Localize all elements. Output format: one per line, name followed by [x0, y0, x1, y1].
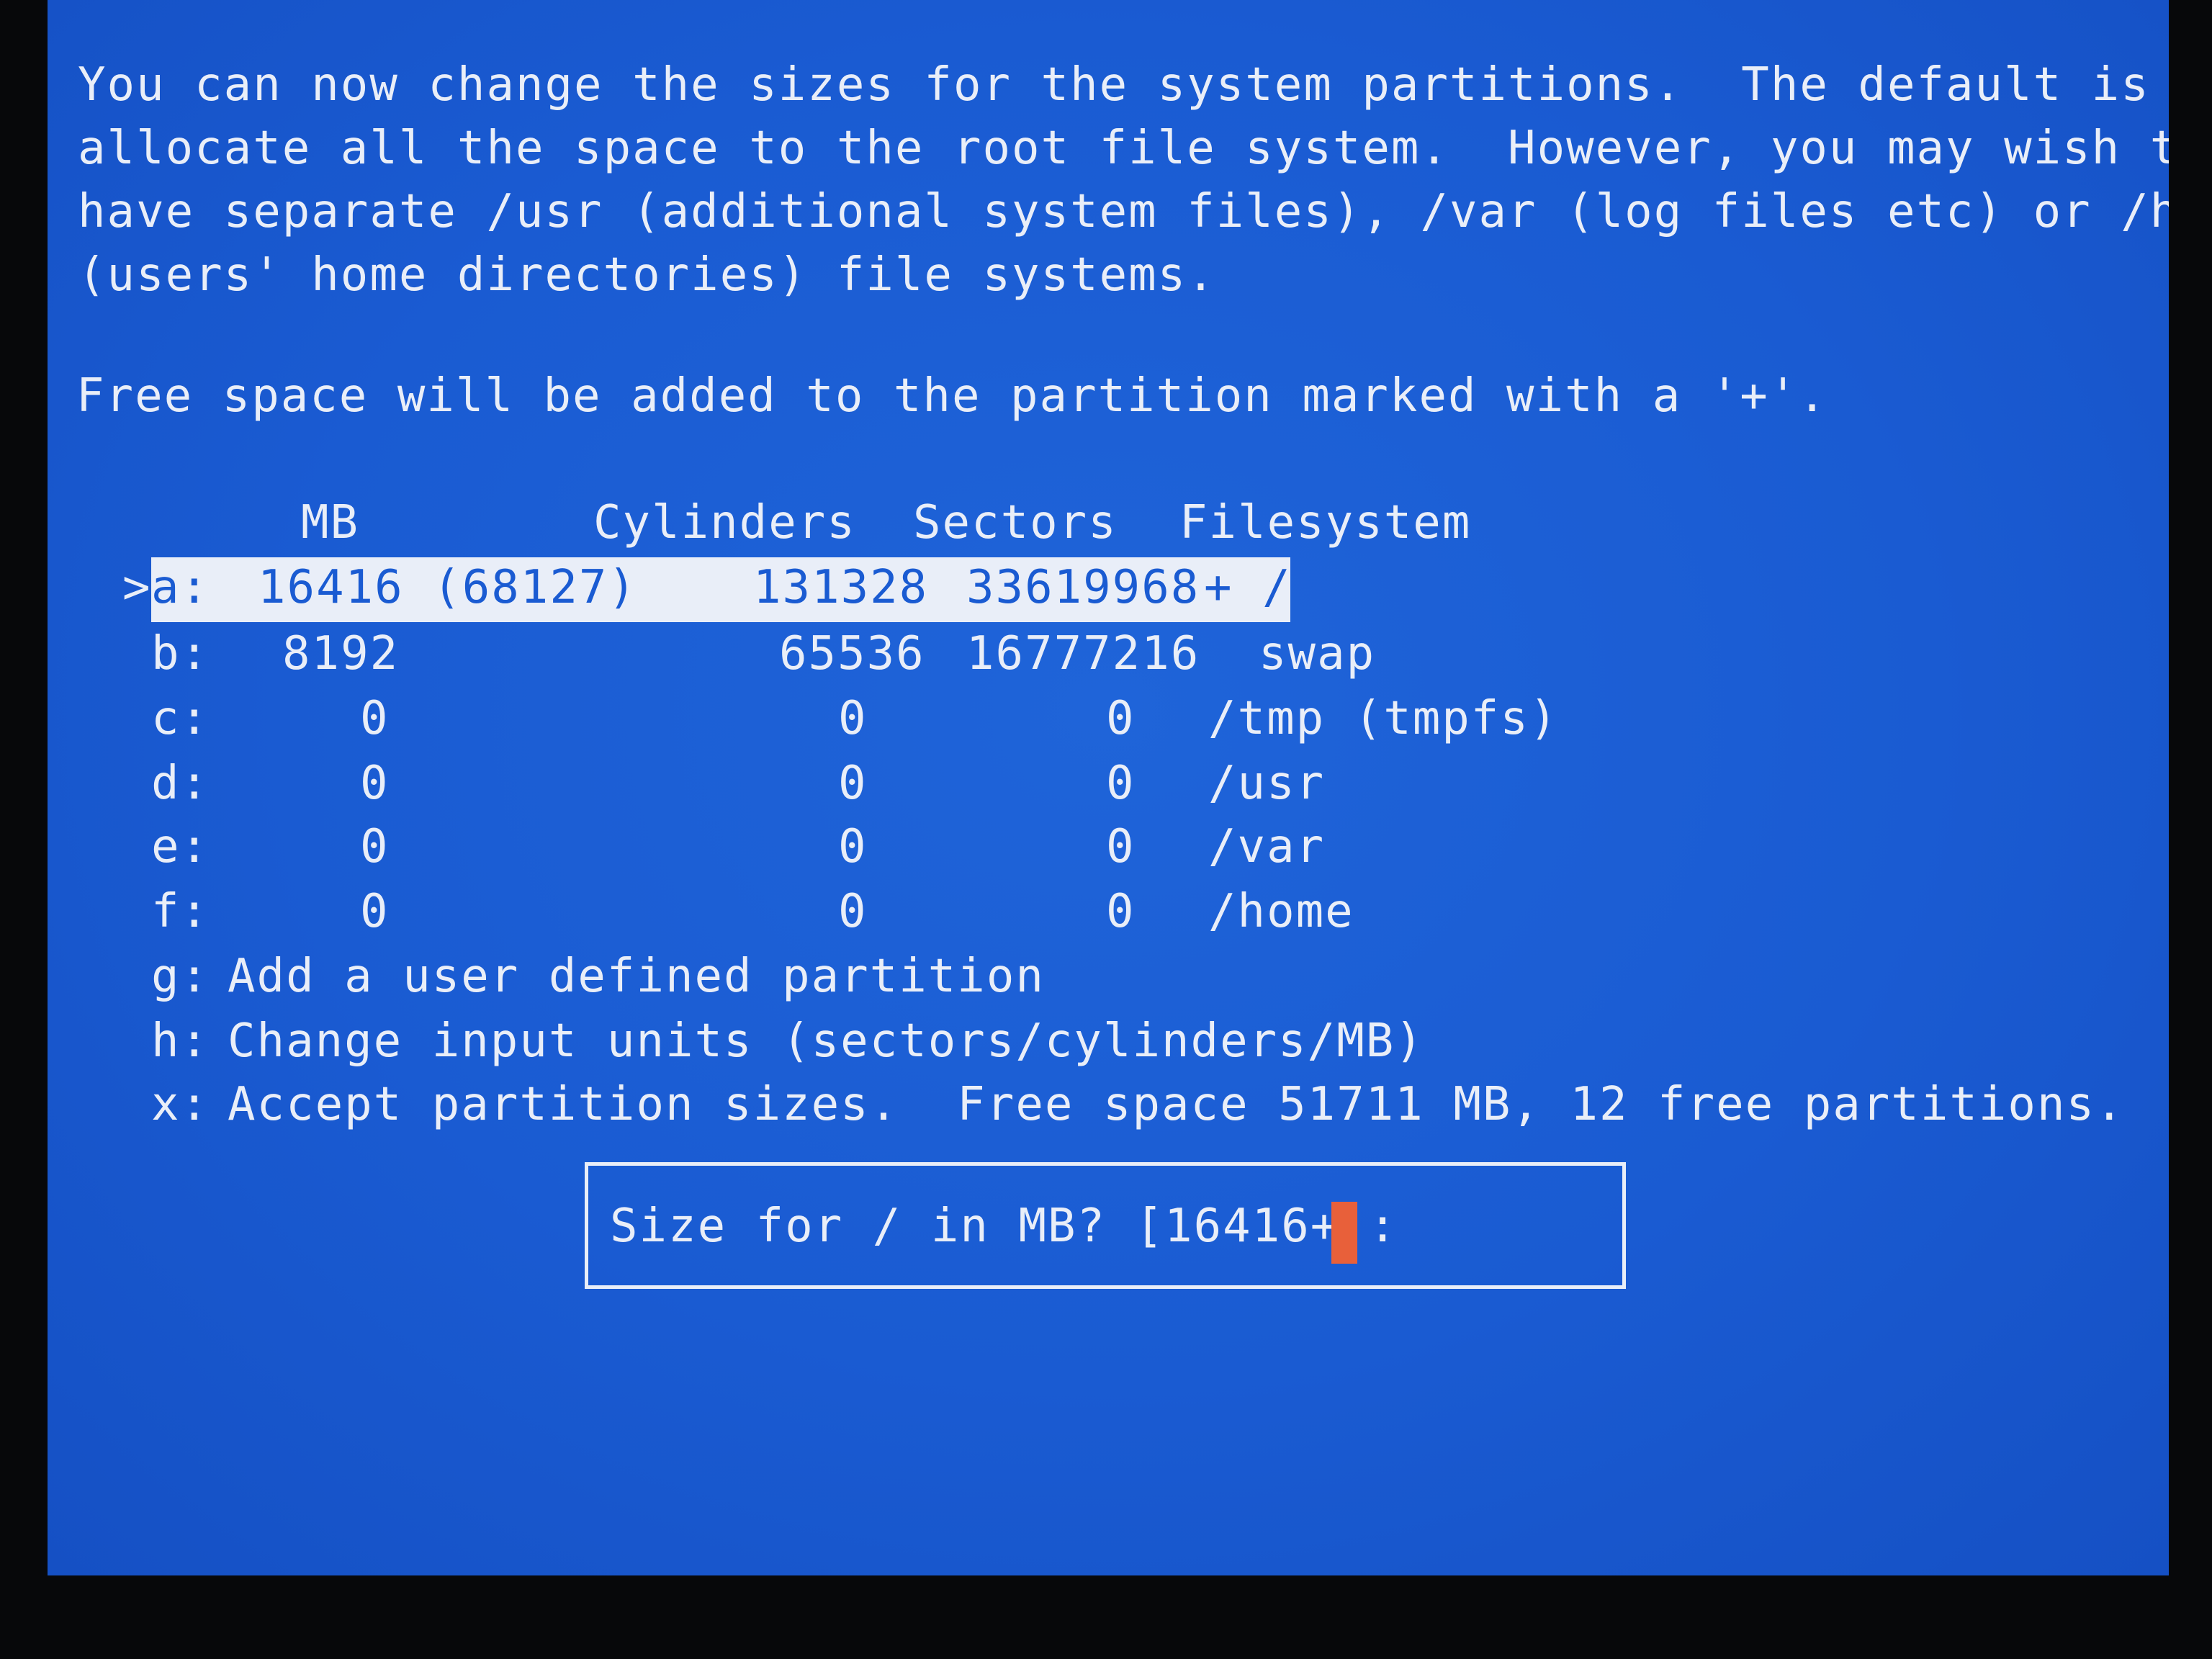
text-cursor[interactable]	[1331, 1202, 1357, 1264]
menu-label: Accept partition sizes. Free space 51711…	[228, 1078, 2125, 1131]
row-key: e:	[151, 820, 210, 873]
header-cylinders: Cylinders	[593, 496, 856, 549]
menu-key: g:	[151, 950, 210, 1003]
size-prompt-label: Size for / in MB? [16416+]:	[610, 1200, 1398, 1253]
menu-label: Add a user defined partition	[228, 950, 1045, 1003]
menu-key: x:	[151, 1078, 210, 1131]
partition-row-a[interactable]: a: 16416 (68127) 131328 33619968 + /	[151, 557, 1290, 622]
row-sectors: 0	[1106, 820, 1136, 873]
intro-line: (users' home directories) file systems.	[78, 248, 1216, 302]
row-filesystem: swap	[1259, 627, 1376, 680]
row-filesystem: /var	[1208, 820, 1326, 873]
row-sectors: 0	[1106, 757, 1136, 810]
header-sectors: Sectors	[913, 496, 1118, 549]
terminal-screen: You can now change the sizes for the sys…	[48, 0, 2169, 1575]
intro-line: allocate all the space to the root file …	[78, 122, 2169, 175]
row-cylinders: 0	[838, 885, 868, 938]
row-cylinders: 0	[838, 820, 868, 873]
row-cylinders: 0	[838, 757, 868, 810]
row-sectors: 0	[1106, 692, 1136, 745]
row-key: f:	[151, 885, 210, 938]
row-filesystem: /home	[1208, 885, 1354, 938]
intro-line: have separate /usr (additional system fi…	[78, 185, 2169, 238]
monitor-bezel: You can now change the sizes for the sys…	[0, 0, 2212, 1659]
row-sectors: 0	[1106, 885, 1136, 938]
row-key: d:	[151, 757, 210, 810]
row-filesystem: /usr	[1208, 757, 1326, 810]
row-mb: 0	[360, 885, 390, 938]
header-mb: MB	[301, 496, 360, 549]
row-cylinders: 0	[838, 692, 868, 745]
row-mb: 0	[360, 692, 390, 745]
free-space-note: Free space will be added to the partitio…	[76, 369, 1827, 423]
row-key: a:	[151, 561, 210, 614]
intro-paragraph: You can now change the sizes for the sys…	[78, 53, 2169, 307]
row-filesystem: /tmp (tmpfs)	[1208, 692, 1559, 745]
row-filesystem: + /	[1204, 561, 1292, 614]
row-mb: 0	[360, 820, 390, 873]
row-sectors: 16777216	[966, 627, 1200, 680]
menu-key: h:	[151, 1015, 210, 1068]
row-cylinders: 131328	[753, 561, 929, 614]
row-mb: 16416 (68127)	[258, 561, 637, 614]
header-filesystem: Filesystem	[1179, 496, 1472, 549]
row-mb: 0	[360, 757, 390, 810]
menu-label: Change input units (sectors/cylinders/MB…	[228, 1015, 1424, 1068]
row-key: b:	[151, 627, 210, 680]
selection-marker: >	[122, 561, 152, 614]
row-mb: 8192	[282, 627, 400, 680]
row-cylinders: 65536	[779, 627, 925, 680]
row-sectors: 33619968	[966, 561, 1200, 614]
size-prompt-dialog: Size for / in MB? [16416+]:	[585, 1162, 1626, 1289]
row-key: c:	[151, 692, 210, 745]
intro-line: You can now change the sizes for the sys…	[78, 58, 2169, 112]
